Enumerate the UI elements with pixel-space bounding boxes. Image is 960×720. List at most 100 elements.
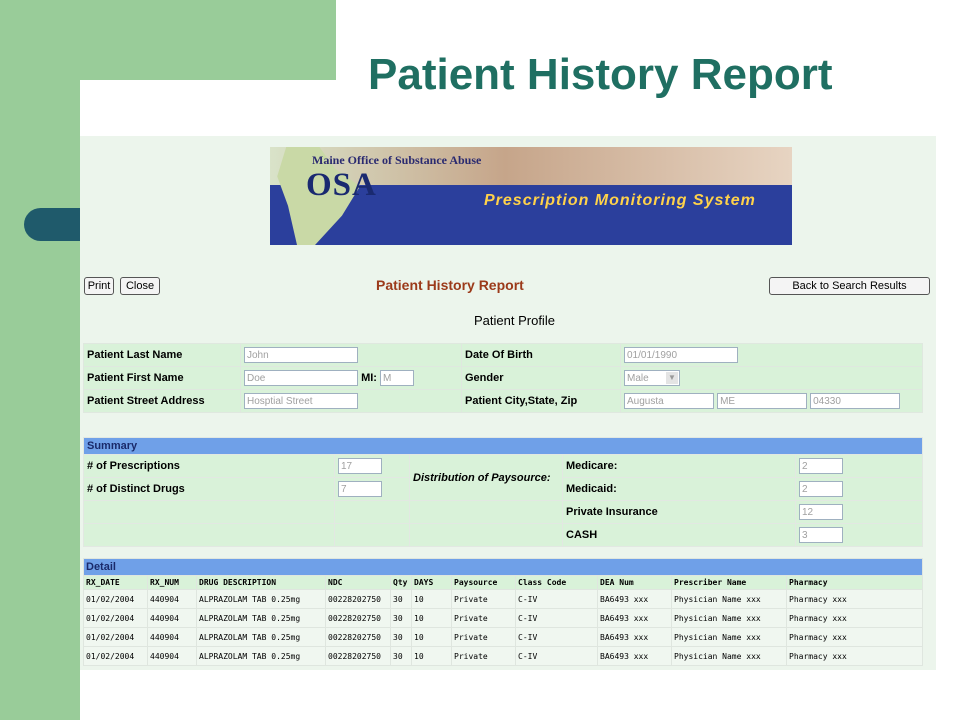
table-cell: ALPRAZOLAM TAB 0.25mg [197, 628, 325, 646]
table-cell: C-IV [516, 647, 597, 665]
table-cell: Private [452, 590, 515, 608]
table-cell: BA6493 xxx [598, 590, 671, 608]
table-cell: BA6493 xxx [598, 647, 671, 665]
table-cell: 01/02/2004 [84, 628, 147, 646]
table-cell: 10 [412, 609, 451, 627]
app-screenshot: Maine Office of Substance Abuse OSA Pres… [80, 136, 936, 670]
gender-select[interactable]: Male ▼ [624, 370, 680, 386]
table-cell: 01/02/2004 [84, 590, 147, 608]
city-field[interactable]: Augusta [624, 393, 714, 409]
col-header: DRUG DESCRIPTION [197, 576, 325, 589]
distinct-drugs-field[interactable]: 7 [338, 481, 382, 497]
table-cell: Pharmacy xxx [787, 609, 922, 627]
col-header: DEA Num [598, 576, 671, 589]
first-name-label: Patient First Name [84, 367, 240, 389]
private-insurance-field[interactable]: 12 [799, 504, 843, 520]
last-name-label: Patient Last Name [84, 344, 240, 366]
table-cell: Pharmacy xxx [787, 647, 922, 665]
back-to-search-button[interactable]: Back to Search Results [769, 277, 930, 295]
col-header: RX_NUM [148, 576, 196, 589]
table-cell: BA6493 xxx [598, 609, 671, 627]
medicaid-label: Medicaid: [563, 478, 795, 500]
gender-value: Male [627, 373, 649, 384]
profile-heading: Patient Profile [474, 313, 555, 328]
table-cell: 00228202750 [326, 609, 390, 627]
gender-label: Gender [462, 367, 620, 389]
table-row: 01/02/2004 440904 ALPRAZOLAM TAB 0.25mg 002… [84, 647, 922, 665]
distribution-label: Distribution of Paysource: [410, 455, 562, 500]
detail-column-headers: RX_DATE RX_NUM DRUG DESCRIPTION NDC Qty … [84, 576, 922, 589]
table-cell: 30 [391, 647, 411, 665]
table-cell: 440904 [148, 647, 196, 665]
slide-title: Patient History Report [368, 50, 833, 99]
first-name-field[interactable]: Doe [244, 370, 358, 386]
side-tab-marker [24, 208, 86, 241]
col-header: DAYS [412, 576, 451, 589]
table-row: 01/02/2004 440904 ALPRAZOLAM TAB 0.25mg 002… [84, 628, 922, 646]
banner-system-name: Prescription Monitoring System [484, 192, 756, 209]
table-cell: 440904 [148, 609, 196, 627]
detail-table: Detail RX_DATE RX_NUM DRUG DESCRIPTION N… [83, 558, 923, 666]
table-cell: 10 [412, 647, 451, 665]
left-accent-bar [0, 0, 80, 720]
detail-header: Detail [84, 559, 922, 575]
table-cell: 30 [391, 628, 411, 646]
prescriptions-field[interactable]: 17 [338, 458, 382, 474]
cash-label: CASH [563, 524, 795, 546]
table-cell: 440904 [148, 590, 196, 608]
patient-profile-table: Patient Last Name John Date Of Birth 01/… [83, 343, 923, 413]
last-name-field[interactable]: John [244, 347, 358, 363]
cash-field[interactable]: 3 [799, 527, 843, 543]
summary-table: Summary # of Prescriptions 17 Distributi… [83, 437, 923, 547]
table-cell: 10 [412, 628, 451, 646]
table-row: 01/02/2004 440904 ALPRAZOLAM TAB 0.25mg 002… [84, 609, 922, 627]
table-cell: 10 [412, 590, 451, 608]
table-cell: 440904 [148, 628, 196, 646]
col-header: Qty [391, 576, 411, 589]
close-button[interactable]: Close [120, 277, 160, 295]
col-header: Paysource [452, 576, 515, 589]
table-row: 01/02/2004 440904 ALPRAZOLAM TAB 0.25mg 002… [84, 590, 922, 608]
table-cell: 01/02/2004 [84, 609, 147, 627]
table-cell: BA6493 xxx [598, 628, 671, 646]
mi-field[interactable]: M [380, 370, 415, 386]
banner-acronym: OSA [306, 167, 377, 203]
medicaid-field[interactable]: 2 [799, 481, 843, 497]
table-cell: Pharmacy xxx [787, 628, 922, 646]
medicare-field[interactable]: 2 [799, 458, 843, 474]
table-cell: 00228202750 [326, 647, 390, 665]
top-accent-bar [0, 0, 336, 80]
street-field[interactable]: Hosptial Street [244, 393, 358, 409]
mi-label: MI: [361, 371, 377, 384]
prescriptions-label: # of Prescriptions [84, 455, 334, 477]
col-header: NDC [326, 576, 390, 589]
table-cell: Physician Name xxx [672, 647, 786, 665]
dob-label: Date Of Birth [462, 344, 620, 366]
table-cell: 30 [391, 590, 411, 608]
table-cell: Private [452, 647, 515, 665]
table-cell: C-IV [516, 590, 597, 608]
table-cell: 01/02/2004 [84, 647, 147, 665]
table-cell: Private [452, 609, 515, 627]
medicare-label: Medicare: [563, 455, 795, 477]
table-cell: ALPRAZOLAM TAB 0.25mg [197, 609, 325, 627]
table-cell: Private [452, 628, 515, 646]
street-label: Patient Street Address [84, 390, 240, 412]
osa-banner: Maine Office of Substance Abuse OSA Pres… [270, 147, 792, 245]
distinct-drugs-label: # of Distinct Drugs [84, 478, 334, 500]
col-header: Class Code [516, 576, 597, 589]
table-cell: ALPRAZOLAM TAB 0.25mg [197, 647, 325, 665]
col-header: Prescriber Name [672, 576, 786, 589]
print-button[interactable]: Print [84, 277, 114, 295]
state-field[interactable]: ME [717, 393, 808, 409]
banner-org-name: Maine Office of Substance Abuse [312, 153, 482, 167]
table-cell: 30 [391, 609, 411, 627]
table-cell: C-IV [516, 628, 597, 646]
table-cell: Physician Name xxx [672, 628, 786, 646]
dob-field[interactable]: 01/01/1990 [624, 347, 738, 363]
private-insurance-label: Private Insurance [563, 501, 795, 523]
table-cell: 00228202750 [326, 590, 390, 608]
zip-field[interactable]: 04330 [810, 393, 901, 409]
report-heading: Patient History Report [376, 277, 524, 293]
col-header: Pharmacy [787, 576, 922, 589]
